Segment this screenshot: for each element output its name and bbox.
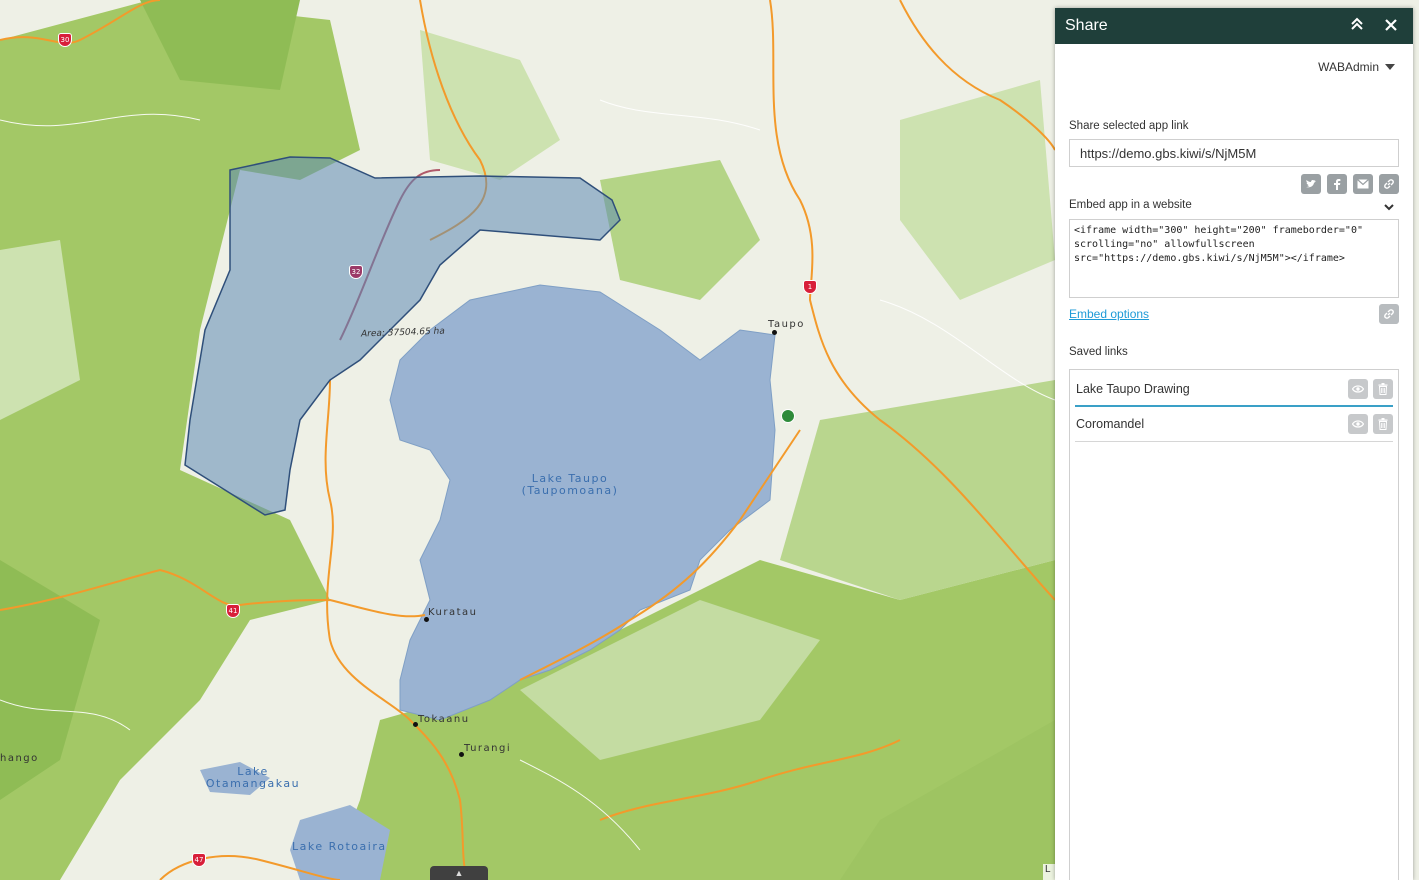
- share-link-label: Share selected app link: [1069, 120, 1189, 132]
- email-share-button[interactable]: [1353, 174, 1373, 194]
- place-kuratau: Kuratau: [428, 607, 478, 618]
- facebook-icon: [1334, 179, 1341, 190]
- highway-shield-1: 1: [803, 280, 817, 294]
- delete-button[interactable]: [1373, 378, 1393, 399]
- lake-taupo-maori-name: (Taupomoana): [521, 484, 619, 497]
- place-tokaanu: Tokaanu: [418, 714, 470, 725]
- share-panel: Share WABAdmin Share selected app link h…: [1055, 8, 1413, 880]
- link-icon: [1384, 179, 1394, 189]
- preview-button[interactable]: [1348, 378, 1368, 399]
- saved-link-name: Coromandel: [1076, 417, 1145, 431]
- eye-icon: [1352, 420, 1364, 428]
- twitter-icon: [1306, 180, 1316, 188]
- delete-button[interactable]: [1373, 414, 1393, 434]
- place-turangi: Turangi: [464, 743, 512, 754]
- facebook-share-button[interactable]: [1327, 174, 1347, 194]
- email-icon: [1357, 179, 1369, 189]
- highway-shield-47: 47: [192, 853, 206, 867]
- place-taupo: Taupo: [768, 319, 805, 330]
- saved-link-item[interactable]: Lake Taupo Drawing: [1075, 372, 1393, 407]
- lake-otamangakau-label: Lake Otamangakau: [200, 766, 306, 790]
- copy-link-button[interactable]: [1379, 174, 1399, 194]
- saved-links-label: Saved links: [1069, 346, 1128, 358]
- highway-shield-32: 32: [349, 265, 363, 279]
- panel-header: Share: [1055, 8, 1413, 44]
- embed-label: Embed app in a website: [1069, 199, 1192, 211]
- close-icon: [1385, 19, 1397, 31]
- attribution-text: L: [1043, 864, 1055, 880]
- close-button[interactable]: [1379, 14, 1403, 38]
- social-share-row: [1301, 174, 1399, 194]
- embed-copy-link-button[interactable]: [1379, 304, 1399, 324]
- lake-rotoaira-label: Lake Rotoaira: [292, 840, 387, 853]
- caret-down-icon: [1385, 64, 1395, 70]
- highway-shield-41: 41: [226, 604, 240, 618]
- saved-link-name: Lake Taupo Drawing: [1076, 381, 1190, 396]
- embed-options-link[interactable]: Embed options: [1069, 307, 1149, 321]
- lake-otamangakau-line2: Otamangakau: [205, 777, 301, 790]
- taupo-marker: [772, 330, 777, 335]
- embed-code-textarea[interactable]: <iframe width="300" height="200" framebo…: [1069, 219, 1399, 298]
- trash-icon: [1378, 382, 1388, 395]
- chevron-down-icon: [1384, 204, 1394, 211]
- eye-icon: [1352, 384, 1364, 393]
- double-chevron-up-icon: [1351, 17, 1363, 30]
- share-link-input[interactable]: [1069, 139, 1399, 167]
- embed-expand-toggle[interactable]: [1383, 200, 1395, 212]
- twitter-share-button[interactable]: [1301, 174, 1321, 194]
- collapse-button[interactable]: [1345, 14, 1369, 38]
- link-icon: [1384, 309, 1394, 319]
- footer-toggle-button[interactable]: ▲: [430, 866, 488, 880]
- highway-shield-30: 30: [58, 33, 72, 47]
- saved-links-list: Lake Taupo Drawing Coromandel: [1069, 369, 1399, 880]
- panel-title: Share: [1065, 17, 1108, 34]
- lake-taupo-label: Lake Taupo (Taupomoana): [515, 473, 625, 497]
- user-name: WABAdmin: [1318, 60, 1379, 74]
- airport-icon: [781, 409, 795, 423]
- trash-icon: [1378, 418, 1388, 430]
- saved-link-item[interactable]: Coromandel: [1075, 407, 1393, 442]
- preview-button[interactable]: [1348, 414, 1368, 434]
- place-hango: hango: [0, 753, 39, 764]
- user-dropdown[interactable]: WABAdmin: [1318, 60, 1395, 74]
